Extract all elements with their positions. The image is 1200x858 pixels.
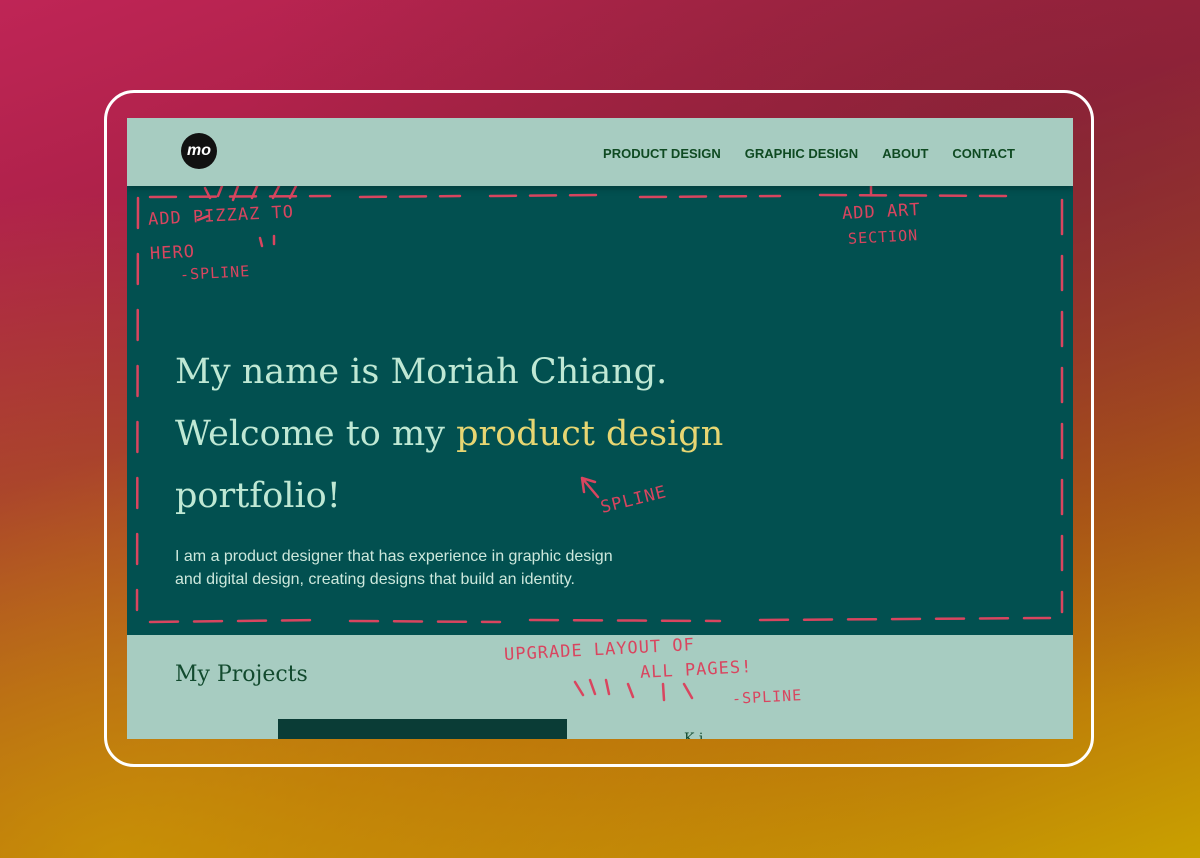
nav-product-design[interactable]: PRODUCT DESIGN — [603, 146, 721, 161]
project-card-title: K i — [684, 731, 704, 739]
projects-title: My Projects — [175, 662, 308, 687]
hero-description: I am a product designer that has experie… — [175, 548, 613, 588]
hero-title-line1: My name is Moriah Chiang. — [175, 352, 668, 392]
nav-contact[interactable]: CONTACT — [952, 146, 1015, 161]
hero-title-highlight: product design — [456, 414, 724, 454]
website-screen: mo PRODUCT DESIGN GRAPHIC DESIGN ABOUT C… — [127, 118, 1073, 739]
hero-title: My name is Moriah Chiang. Welcome to my … — [175, 341, 775, 527]
nav-graphic-design[interactable]: GRAPHIC DESIGN — [745, 146, 858, 161]
projects-section: My Projects K i — [127, 635, 1073, 739]
top-navigation: mo PRODUCT DESIGN GRAPHIC DESIGN ABOUT C… — [127, 118, 1073, 186]
nav-about[interactable]: ABOUT — [882, 146, 928, 161]
nav-links: PRODUCT DESIGN GRAPHIC DESIGN ABOUT CONT… — [603, 146, 1015, 161]
hero-title-pre: Welcome to my — [175, 414, 457, 454]
project-card-thumbnail[interactable] — [278, 719, 567, 739]
hero-section: My name is Moriah Chiang. Welcome to my … — [127, 186, 1073, 635]
hero-title-post: portfolio! — [175, 476, 341, 516]
logo[interactable]: mo — [181, 133, 217, 169]
